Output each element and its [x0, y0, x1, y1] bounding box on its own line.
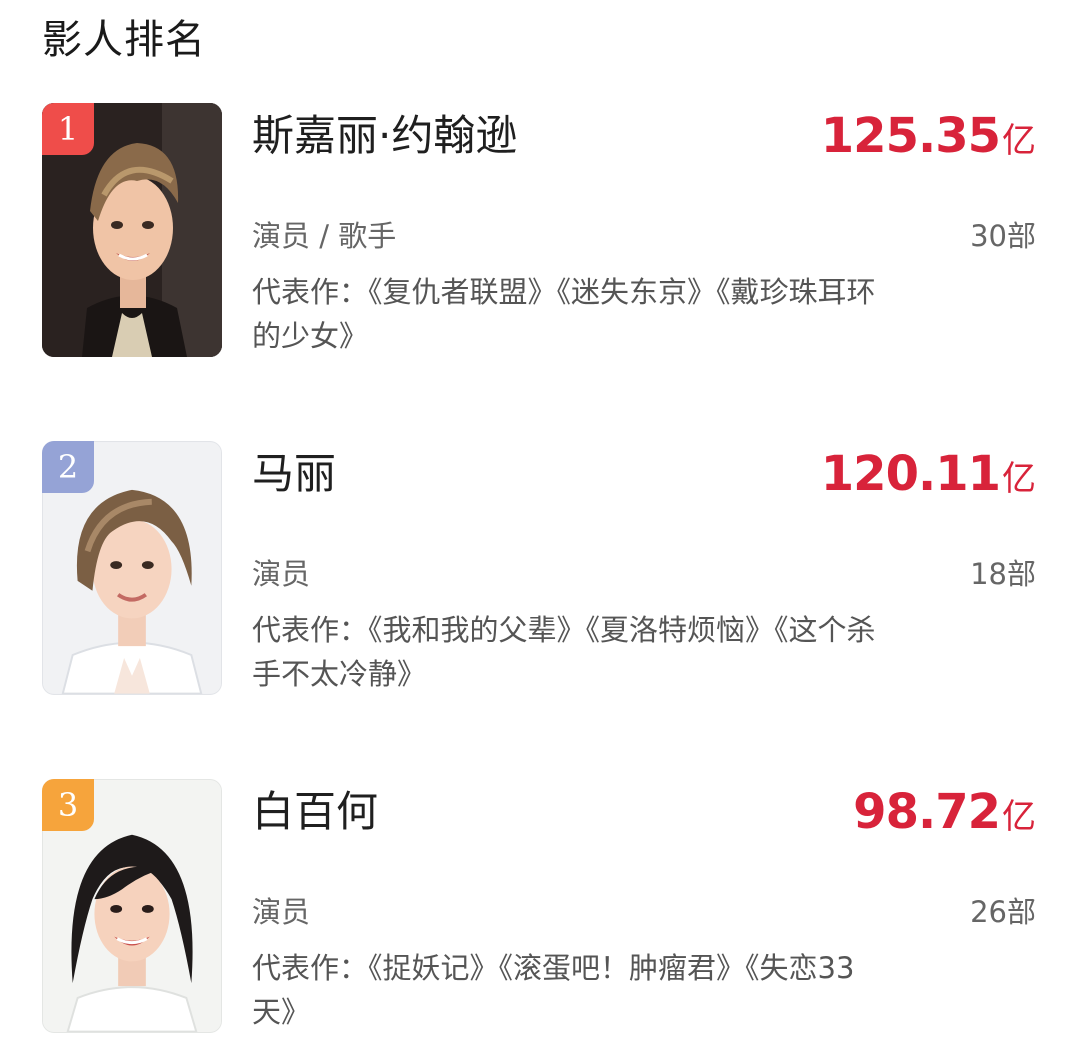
- person-role: 演员: [252, 557, 311, 591]
- rank-badge-2: 2: [42, 441, 94, 493]
- rank-badge-3: 3: [42, 779, 94, 831]
- person-name[interactable]: 马丽: [252, 446, 336, 502]
- person-name[interactable]: 白百何: [252, 784, 378, 840]
- rank-badge-1: 1: [42, 103, 94, 155]
- representative-works: 代表作：《我和我的父辈》《夏洛特烦恼》《这个杀手不太冷静》: [252, 613, 876, 691]
- person-name[interactable]: 斯嘉丽·约翰逊: [252, 108, 517, 164]
- works-count: 18部: [970, 557, 1036, 591]
- boxoffice-total: 120.11亿: [821, 444, 1036, 509]
- boxoffice-value: 98.72: [853, 784, 1001, 840]
- boxoffice-value: 125.35: [820, 108, 1001, 164]
- boxoffice-total: 98.72亿: [853, 782, 1036, 847]
- person-role: 演员 / 歌手: [252, 219, 397, 253]
- boxoffice-total: 125.35亿: [821, 106, 1036, 171]
- boxoffice-unit: 亿: [1002, 459, 1036, 499]
- boxoffice-unit: 亿: [1002, 797, 1036, 837]
- section-title: 影人排名: [42, 17, 206, 63]
- ranking-item-1[interactable]: 1 斯嘉丽·约翰逊 125.35亿 演员 / 歌手 30部 代表作：《复仇者联盟…: [0, 100, 1080, 360]
- representative-works: 代表作：《复仇者联盟》《迷失东京》《戴珍珠耳环的少女》: [252, 275, 876, 353]
- ranking-item-3[interactable]: 3 白百何 98.72亿 演员 26部 代表作：《捉妖记》《滚蛋吧！肿瘤君》《失…: [0, 776, 1080, 1036]
- works-count: 30部: [970, 219, 1036, 253]
- ranking-item-2[interactable]: 2 马丽 120.11亿 演员 18部 代表作：《我和我的父辈》《夏洛特烦恼》《…: [0, 438, 1080, 698]
- boxoffice-value: 120.11: [820, 446, 1001, 502]
- works-count: 26部: [970, 895, 1036, 929]
- boxoffice-unit: 亿: [1002, 121, 1036, 161]
- person-role: 演员: [252, 895, 311, 929]
- representative-works: 代表作：《捉妖记》《滚蛋吧！肿瘤君》《失恋33天》: [252, 951, 855, 1029]
